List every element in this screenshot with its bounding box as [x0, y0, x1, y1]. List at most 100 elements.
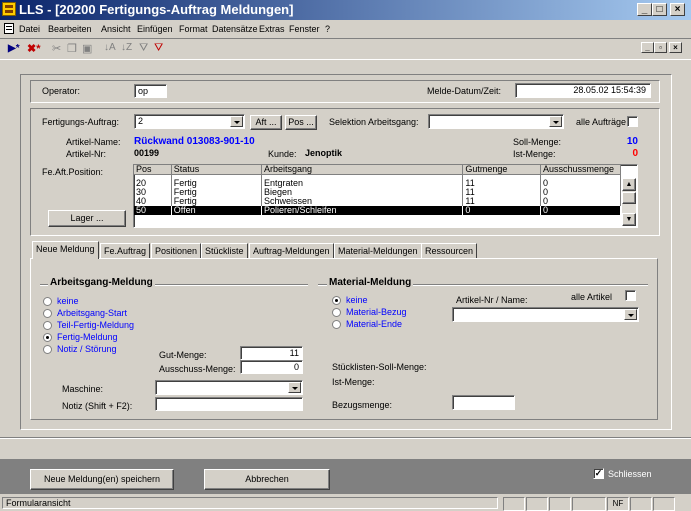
copy-icon[interactable]: ❐ — [67, 42, 77, 55]
app-icon[interactable] — [2, 2, 16, 16]
minimize-icon[interactable]: _ — [637, 3, 652, 16]
tab-material-meldungen[interactable]: Material-Meldungen — [334, 243, 422, 258]
operator-input[interactable]: op — [134, 84, 167, 98]
tab-ressourcen[interactable]: Ressourcen — [421, 243, 478, 258]
radio-keine[interactable] — [43, 297, 52, 306]
menu-ansicht[interactable]: Ansicht — [101, 24, 131, 34]
cut-icon[interactable]: ✂ — [52, 42, 61, 55]
chevron-down-icon[interactable] — [230, 116, 243, 127]
document-icon[interactable] — [4, 23, 14, 34]
bezugsmenge-input[interactable] — [452, 395, 515, 410]
menu-extras[interactable]: Extras — [259, 24, 285, 34]
table-row[interactable]: 40 Fertig Schweissen 11 0 — [134, 197, 621, 206]
radio-material-bezug[interactable] — [332, 308, 341, 317]
radio-arbeitsgang-start[interactable] — [43, 309, 52, 318]
radio-arbeitsgang-start-label[interactable]: Arbeitsgang-Start — [57, 308, 127, 318]
radio-teil-fertig-meldung-label[interactable]: Teil-Fertig-Meldung — [57, 320, 134, 330]
chevron-down-icon[interactable] — [624, 309, 637, 320]
radio-fertig-meldung-label[interactable]: Fertig-Meldung — [57, 332, 118, 342]
new-record-icon[interactable]: ▶* — [8, 43, 20, 54]
fe-aft-position-label: Fe.Aft.Position: — [42, 167, 104, 177]
arbeitsgang-group-title: Arbeitsgang-Meldung — [48, 277, 155, 288]
artikel-nr-label: Artikel-Nr: — [66, 149, 106, 159]
close-icon[interactable]: × — [670, 3, 685, 16]
table-row[interactable]: 20 Fertig Entgraten 11 0 — [134, 174, 621, 188]
radio-material-ende-label[interactable]: Material-Ende — [346, 319, 402, 329]
selektion-arbeitsgang-select[interactable] — [428, 114, 564, 129]
status-cell — [572, 497, 606, 511]
menu-datensaetze[interactable]: Datensätze — [212, 24, 258, 34]
menu-format[interactable]: Format — [179, 24, 208, 34]
column-header[interactable]: Status — [171, 165, 263, 175]
chevron-down-icon[interactable] — [288, 382, 301, 393]
lager-button[interactable]: Lager ... — [48, 210, 126, 227]
paste-icon[interactable]: ▣ — [82, 42, 92, 55]
melde-datum-input[interactable]: 28.05.02 15:54:39 — [515, 83, 651, 98]
ist-menge-value: 0 — [632, 148, 638, 159]
maximize-icon[interactable]: □ — [652, 3, 667, 16]
column-header[interactable]: Pos — [134, 165, 172, 175]
pos-button[interactable]: Pos ... — [285, 115, 317, 130]
table-row-selected[interactable]: 50 Offen Polieren/Schleifen 0 0 — [134, 206, 621, 215]
radio-notiz-stoerung-label[interactable]: Notiz / Störung — [57, 344, 117, 354]
radio-keine-label[interactable]: keine — [57, 296, 79, 306]
tab-positionen[interactable]: Positionen — [151, 243, 202, 258]
column-header[interactable]: Gutmenge — [462, 165, 542, 175]
table-cell: 11 — [462, 188, 542, 197]
status-cell — [503, 497, 525, 511]
scroll-thumb[interactable] — [622, 192, 636, 204]
tab-fe-auftrag[interactable]: Fe.Auftrag — [100, 243, 151, 258]
radio-material-bezug-label[interactable]: Material-Bezug — [346, 307, 407, 317]
menu-fenster[interactable]: Fenster — [289, 24, 320, 34]
tab-stueckliste[interactable]: Stückliste — [201, 243, 248, 258]
alle-artikel-checkbox[interactable] — [625, 290, 636, 301]
gut-menge-label: Gut-Menge: — [159, 350, 207, 360]
chevron-down-icon[interactable] — [549, 116, 562, 127]
table-cell: 11 — [462, 174, 542, 188]
window-title: LLS - [20200 Fertigungs-Auftrag Meldunge… — [19, 2, 294, 17]
artikel-select[interactable] — [452, 307, 639, 322]
position-table[interactable]: Pos Status Arbeitsgang Gutmenge Ausschus… — [133, 164, 638, 228]
cancel-button[interactable]: Abbrechen — [204, 469, 330, 490]
kunde-value: Jenoptik — [305, 148, 343, 158]
title-bar[interactable]: LLS - [20200 Fertigungs-Auftrag Meldunge… — [0, 0, 691, 20]
schliessen-checkbox[interactable]: ✓ — [593, 468, 604, 479]
sort-desc-icon[interactable]: ↓Z — [121, 42, 132, 53]
maschine-select[interactable] — [155, 380, 303, 395]
radio-notiz-stoerung[interactable] — [43, 345, 52, 354]
gut-menge-input[interactable]: 11 — [240, 346, 303, 360]
aft-button[interactable]: Aft ... — [250, 115, 282, 130]
scroll-down-icon[interactable]: ▼ — [622, 213, 636, 226]
remove-filter-icon[interactable]: ⛛ — [154, 42, 163, 55]
tab-neue-meldung[interactable]: Neue Meldung — [32, 241, 99, 259]
tab-auftrag-meldungen[interactable]: Auftrag-Meldungen — [249, 243, 334, 258]
scroll-up-icon[interactable]: ▲ — [622, 178, 636, 191]
soll-menge-label: Soll-Menge: — [513, 137, 562, 147]
status-text: Formularansicht — [2, 497, 498, 509]
notiz-input[interactable] — [155, 397, 303, 411]
radio-material-keine-label[interactable]: keine — [346, 295, 368, 305]
filter-icon[interactable]: ⛛ — [139, 42, 148, 55]
sort-asc-icon[interactable]: ↓A — [104, 42, 116, 53]
menu-bearbeiten[interactable]: Bearbeiten — [48, 24, 92, 34]
delete-record-icon[interactable]: ✖* — [27, 42, 41, 55]
menu-help[interactable]: ? — [325, 24, 330, 34]
table-cell: 0 — [462, 206, 542, 215]
menu-datei[interactable]: Datei — [19, 24, 40, 34]
table-row[interactable]: 30 Fertig Biegen 11 0 — [134, 188, 621, 197]
kunde-label: Kunde: — [268, 149, 297, 159]
column-header[interactable]: Arbeitsgang — [261, 165, 464, 175]
column-header[interactable]: Ausschussmenge — [540, 165, 621, 175]
ausschuss-menge-input[interactable]: 0 — [240, 360, 303, 374]
menu-einfuegen[interactable]: Einfügen — [137, 24, 173, 34]
table-cell: Biegen — [261, 188, 464, 197]
status-cell — [653, 497, 675, 511]
table-scrollbar[interactable]: ▲ ▼ — [622, 178, 636, 226]
radio-material-keine[interactable] — [332, 296, 341, 305]
alle-auftraege-checkbox[interactable] — [627, 116, 638, 127]
radio-material-ende[interactable] — [332, 320, 341, 329]
radio-fertig-meldung[interactable] — [43, 333, 52, 342]
fertigungs-auftrag-select[interactable]: 2 — [134, 114, 245, 129]
save-button[interactable]: Neue Meldung(en) speichern — [30, 469, 174, 490]
radio-teil-fertig-meldung[interactable] — [43, 321, 52, 330]
